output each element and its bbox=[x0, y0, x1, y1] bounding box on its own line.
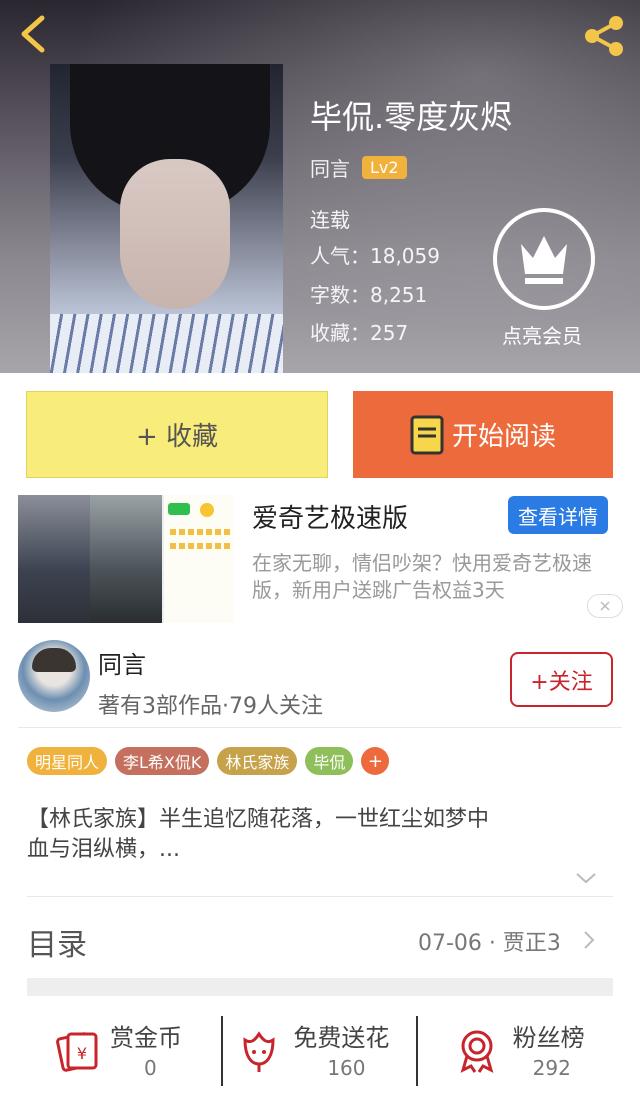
favorites-stat: 收藏：257 bbox=[310, 321, 409, 345]
latest-chapter-link[interactable]: 07-06 · 贾正3 bbox=[418, 925, 561, 957]
ad-thumbnail-app-screen bbox=[162, 495, 234, 623]
separator bbox=[416, 1016, 418, 1086]
tag-list: 明星同人 李L希X侃K 林氏家族 毕侃 + bbox=[27, 747, 390, 775]
medal-icon bbox=[460, 1030, 494, 1073]
book-title: 毕侃.零度灰烬 bbox=[310, 98, 513, 136]
tag[interactable]: 明星同人 bbox=[27, 747, 108, 775]
level-badge: Lv2 bbox=[362, 156, 407, 179]
svg-text:¥: ¥ bbox=[77, 1044, 87, 1063]
author-name[interactable]: 同言 bbox=[98, 645, 146, 680]
fan-ranking-value: 292 bbox=[532, 1056, 571, 1080]
synopsis-line: 血与泪纵横，... bbox=[27, 837, 180, 862]
flower-icon bbox=[243, 1031, 275, 1072]
ad-thumbnail-panel bbox=[90, 495, 162, 623]
ad-detail-button[interactable]: 查看详情 bbox=[508, 496, 608, 534]
ad-thumbnail[interactable] bbox=[18, 495, 234, 623]
popularity-stat: 人气：18,059 bbox=[310, 244, 440, 268]
fan-ranking-button[interactable]: 粉丝榜 292 bbox=[427, 1012, 640, 1095]
collect-button[interactable]: + 收藏 bbox=[26, 391, 328, 478]
start-reading-button[interactable]: 开始阅读 bbox=[353, 391, 613, 478]
share-icon bbox=[585, 16, 623, 56]
chevron-left-icon bbox=[21, 15, 45, 53]
tag[interactable]: 李L希X侃K bbox=[115, 747, 210, 775]
divider bbox=[18, 727, 622, 728]
ad-thumbnail-panel bbox=[18, 495, 90, 623]
chevron-right-icon bbox=[584, 931, 595, 949]
free-flower-value: 160 bbox=[327, 1056, 366, 1080]
ad-title[interactable]: 爱奇艺极速版 bbox=[252, 498, 408, 535]
author-avatar[interactable] bbox=[18, 640, 90, 712]
coin-row-shape bbox=[170, 529, 230, 535]
reward-coins-value: 0 bbox=[144, 1056, 157, 1080]
expand-synopsis-button[interactable] bbox=[574, 870, 598, 886]
book-author[interactable]: 同言 bbox=[310, 153, 350, 182]
author-info: 著有3部作品·79人关注 bbox=[98, 694, 323, 719]
book-icon bbox=[410, 415, 444, 454]
coin-row-shape bbox=[170, 543, 230, 549]
ad-close-button[interactable] bbox=[587, 594, 623, 618]
section-separator bbox=[27, 978, 613, 996]
avatar-hair-shape bbox=[32, 648, 76, 672]
toc-label[interactable]: 目录 bbox=[27, 920, 87, 964]
ad-description[interactable]: 在家无聊，情侣吵架？快用爱奇艺极速版，新用户送跳广告权益3天 bbox=[252, 550, 627, 604]
cover-shirt-shape bbox=[50, 314, 283, 373]
divider bbox=[27, 896, 613, 897]
free-flower-label: 免费送花 bbox=[293, 1024, 390, 1052]
free-flower-button[interactable]: 免费送花 160 bbox=[213, 1012, 426, 1095]
start-reading-label: 开始阅读 bbox=[451, 422, 556, 452]
crown-icon bbox=[521, 236, 567, 284]
vip-button[interactable] bbox=[493, 208, 595, 310]
app-logo-shape bbox=[168, 503, 190, 515]
book-header: 毕侃.零度灰烬 同言 Lv2 连载 人气：18,059 字数：8,251 收藏：… bbox=[0, 0, 640, 373]
reward-coins-button[interactable]: ¥ 赏金币 0 bbox=[0, 1012, 213, 1095]
toc-chevron[interactable] bbox=[582, 929, 596, 951]
fan-ranking-label: 粉丝榜 bbox=[512, 1024, 585, 1052]
share-button[interactable] bbox=[580, 14, 628, 58]
synopsis-line: 【林氏家族】半生追忆随花落，一世红尘如梦中 bbox=[27, 807, 490, 832]
reward-coins-label: 赏金币 bbox=[110, 1024, 182, 1052]
bottom-action-bar: ¥ 赏金币 0 免费送花 160 粉丝榜 292 bbox=[0, 1012, 640, 1095]
coin-envelope-icon: ¥ bbox=[56, 1032, 98, 1072]
add-tag-button[interactable]: + bbox=[361, 747, 390, 775]
back-button[interactable] bbox=[14, 12, 54, 56]
book-cover-image[interactable] bbox=[50, 64, 283, 373]
serial-status: 连载 bbox=[310, 208, 350, 232]
follow-button[interactable]: +关注 bbox=[510, 652, 613, 707]
coin-shape bbox=[200, 503, 214, 517]
author-row: 同言 Lv2 bbox=[310, 153, 407, 182]
synopsis[interactable]: 【林氏家族】半生追忆随花落，一世红尘如梦中 血与泪纵横，... bbox=[27, 805, 597, 865]
chevron-down-icon bbox=[576, 873, 596, 884]
tag[interactable]: 林氏家族 bbox=[217, 747, 298, 775]
close-icon bbox=[600, 601, 610, 611]
cover-face-shape bbox=[120, 159, 230, 309]
vip-label: 点亮会员 bbox=[502, 324, 582, 348]
word-count-stat: 字数：8,251 bbox=[310, 283, 428, 307]
tag[interactable]: 毕侃 bbox=[305, 747, 354, 775]
